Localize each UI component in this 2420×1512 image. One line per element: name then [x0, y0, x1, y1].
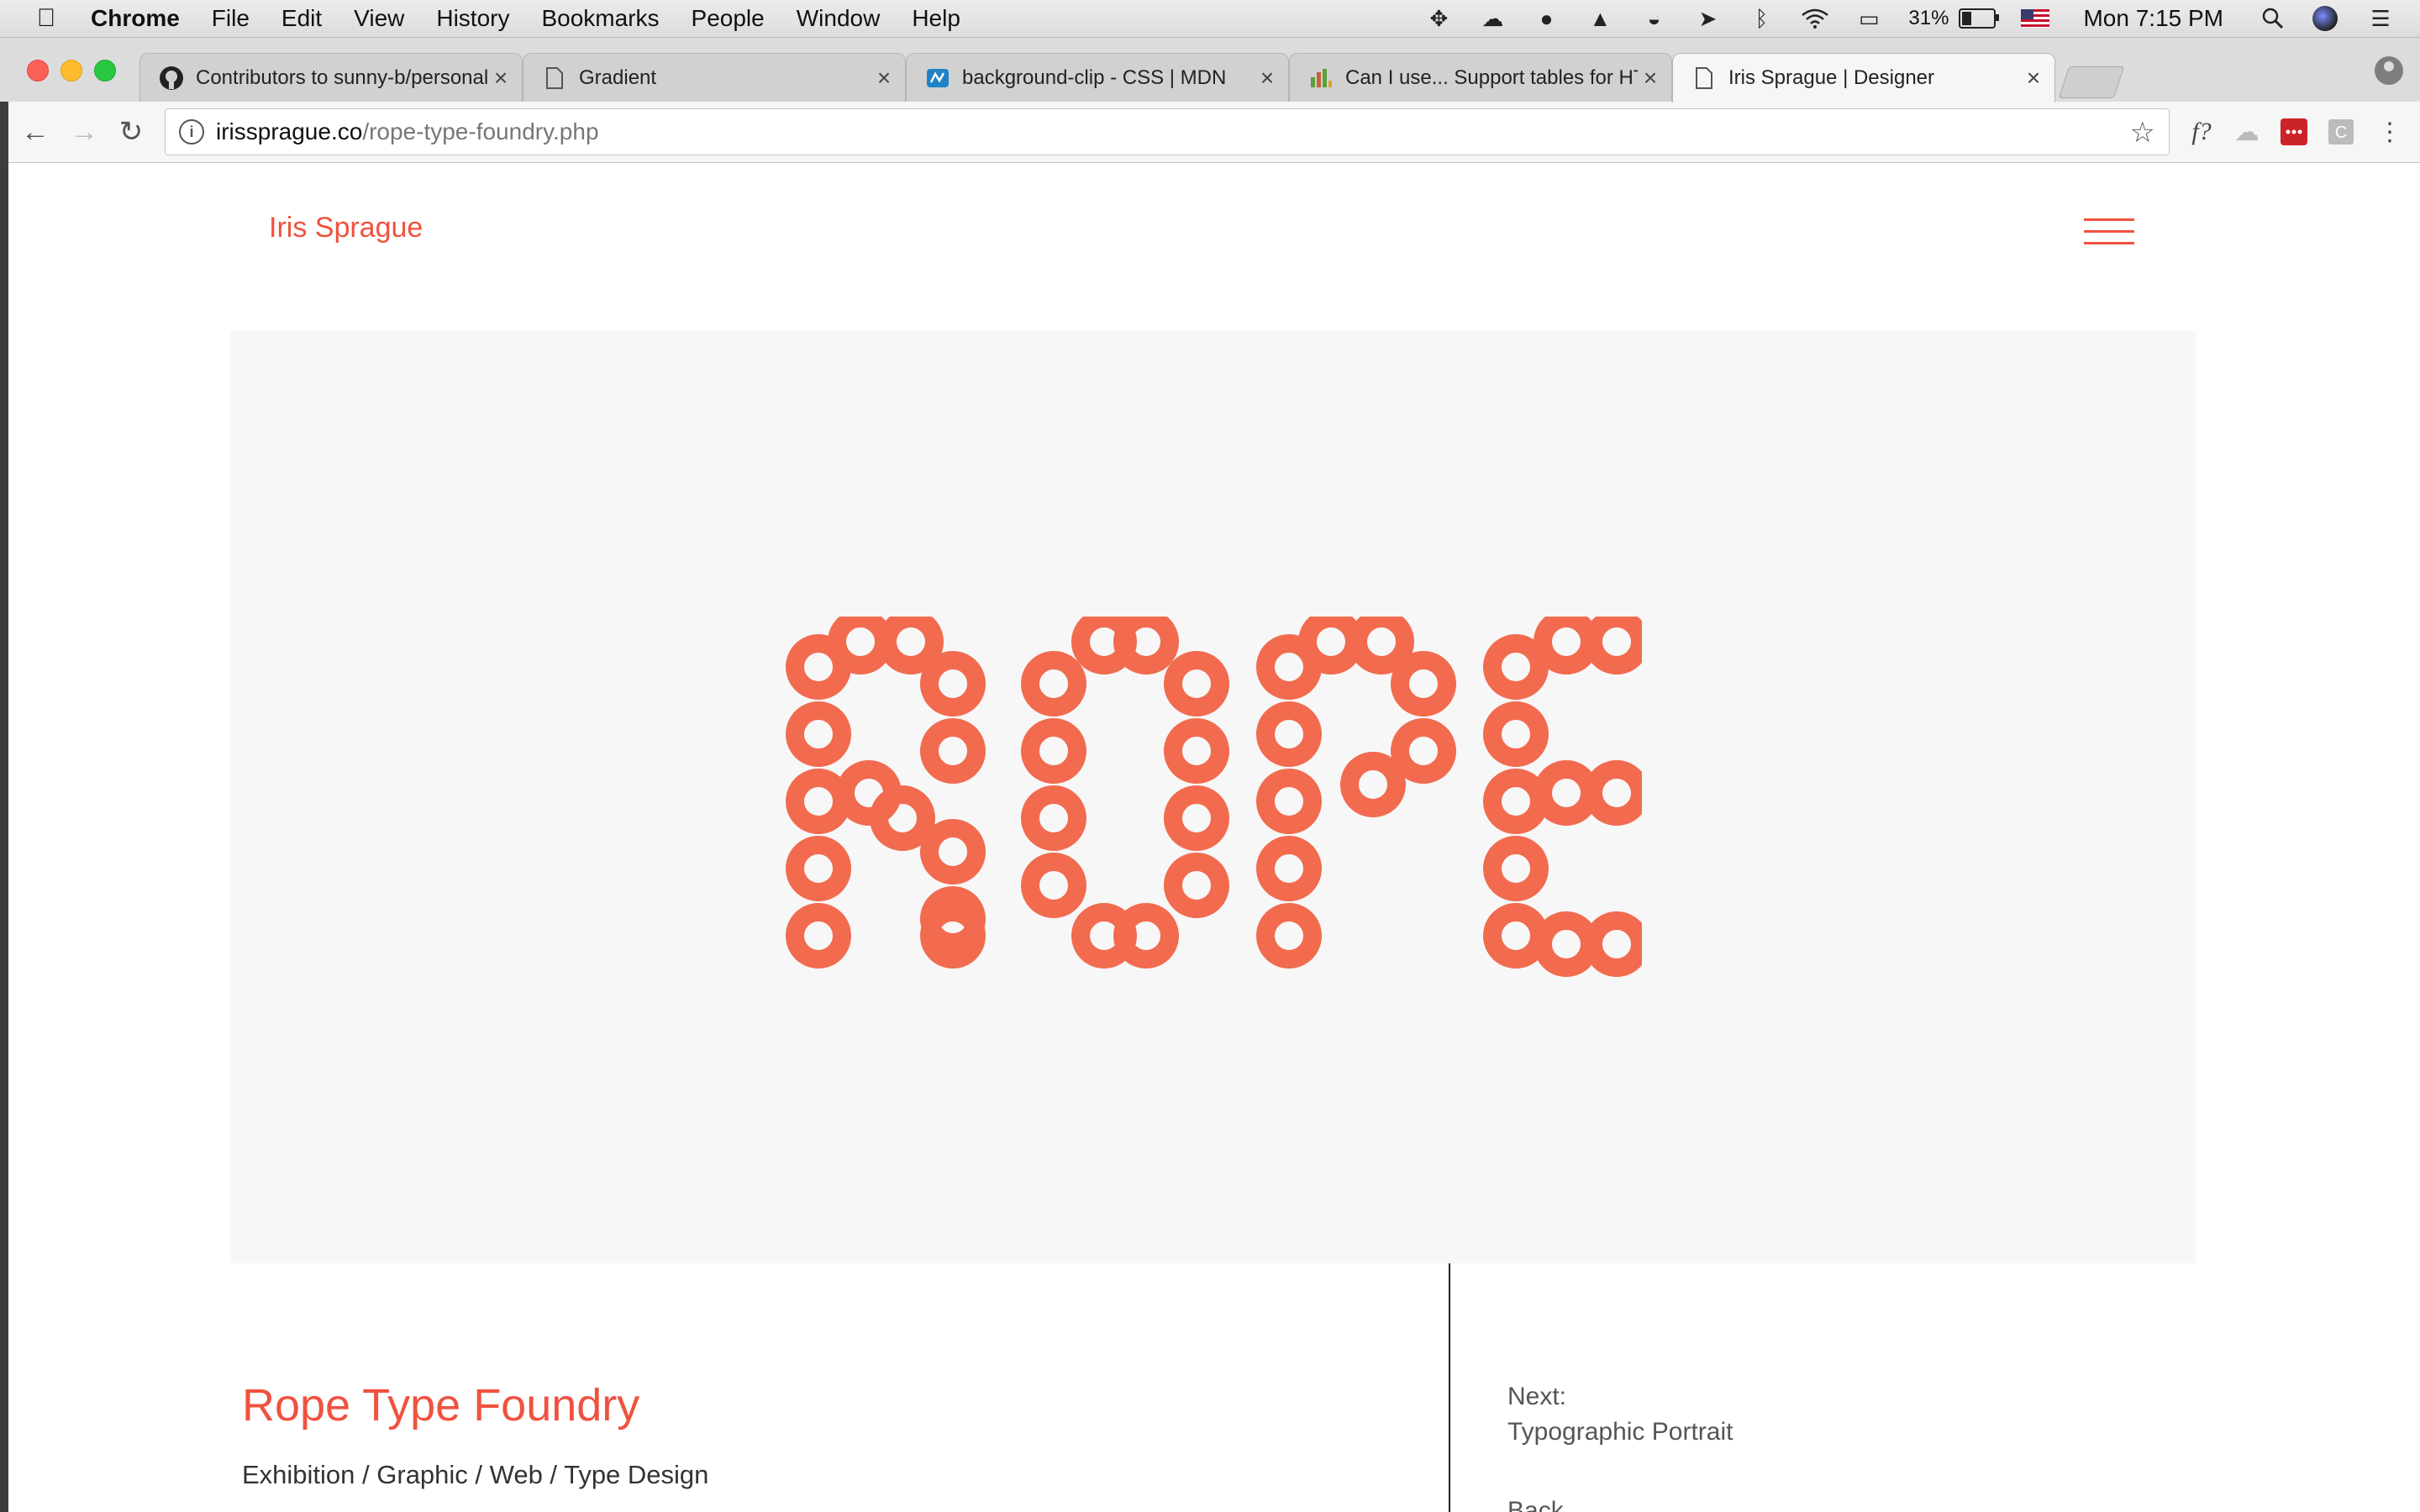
hamburger-menu-icon[interactable] [2084, 218, 2134, 245]
wifi-icon[interactable] [1801, 6, 1829, 31]
next-project-link[interactable]: Typographic Portrait [1507, 1418, 1733, 1446]
forward-arrow-icon[interactable]: → [67, 115, 101, 149]
menu-edit[interactable]: Edit [281, 5, 322, 32]
menu-bookmarks[interactable]: Bookmarks [541, 5, 659, 32]
back-arrow-icon[interactable]: ← [18, 115, 52, 149]
extension-c-icon[interactable]: C [2324, 115, 2358, 149]
menu-help[interactable]: Help [912, 5, 960, 32]
tab-iris-sprague[interactable]: Iris Sprague | Designer × [1672, 53, 2055, 102]
github-icon [159, 66, 184, 91]
close-tab-icon[interactable]: × [2021, 65, 2046, 92]
url-path: /rope-type-foundry.php [362, 118, 599, 144]
menu-file[interactable]: File [212, 5, 250, 32]
creative-cloud-icon[interactable]: ☁ [1478, 6, 1507, 31]
whatfont-extension-icon[interactable]: f? [2185, 115, 2218, 149]
url-domain: irissprague.co [216, 118, 363, 144]
reload-icon[interactable]: ↻ [114, 115, 148, 149]
tab-title: Iris Sprague | Designer [1728, 66, 1935, 89]
tab-title: background-clip - CSS | MDN [962, 66, 1227, 89]
address-bar[interactable]: i irissprague.co /rope-type-foundry.php … [165, 108, 2170, 155]
zoom-window-button[interactable] [94, 60, 116, 81]
window-edge [0, 102, 8, 1512]
close-tab-icon[interactable]: × [488, 65, 513, 92]
notification-center-icon[interactable]: ☰ [2366, 6, 2395, 31]
tab-caniuse[interactable]: Can I use... Support tables for HTML5, C… [1289, 53, 1672, 102]
menu-people[interactable]: People [692, 5, 765, 32]
bookmark-star-icon[interactable]: ☆ [2130, 116, 2155, 150]
page-icon [542, 66, 567, 91]
tab-title: Contributors to sunny-b/personal-website [196, 66, 488, 89]
close-tab-icon[interactable]: × [1255, 65, 1280, 92]
us-flag-input-icon[interactable] [2021, 9, 2050, 28]
menu-window[interactable]: Window [797, 5, 881, 32]
new-tab-button[interactable] [2058, 66, 2125, 98]
page-icon [1691, 66, 1717, 91]
bluetooth-icon[interactable]: ᛒ [1747, 6, 1776, 31]
hero-image [230, 331, 2196, 1263]
drive-extension-icon[interactable]: ☁ [2230, 115, 2264, 149]
location-arrow-icon[interactable]: ➤ [1693, 6, 1722, 31]
profile-icon[interactable] [2375, 56, 2403, 85]
mdn-icon [925, 66, 950, 91]
minimize-window-button[interactable] [60, 60, 82, 81]
content-divider [1449, 1263, 1450, 1512]
svg-text:C: C [2335, 123, 2347, 142]
google-drive-icon[interactable]: ▲ [1586, 6, 1614, 31]
rope-letter-r [786, 617, 986, 969]
cup-icon[interactable]: ◒ [1639, 6, 1668, 31]
page-viewport: Iris Sprague Rope Type Foundry Exhibitio… [8, 163, 2420, 1512]
spotlight-search-icon[interactable] [2259, 6, 2287, 31]
rope-letter-e [1483, 617, 1642, 977]
info-icon[interactable]: i [179, 119, 204, 144]
close-tab-icon[interactable]: × [1638, 65, 1663, 92]
tab-mdn[interactable]: background-clip - CSS | MDN × [906, 53, 1289, 102]
rope-letter-p [1256, 617, 1456, 969]
tab-gradient[interactable]: Gradient × [523, 53, 906, 102]
mac-menu-bar:  Chrome File Edit View History Bookmark… [0, 0, 2420, 38]
project-tags: Exhibition / Graphic / Web / Type Design [242, 1460, 709, 1489]
browser-toolbar: ← → ↻ i irissprague.co /rope-type-foundr… [0, 102, 2420, 163]
move-arrows-icon[interactable]: ✥ [1424, 6, 1453, 31]
next-label: Next: [1507, 1383, 1567, 1410]
browser-tab-strip: Contributors to sunny-b/personal-website… [0, 38, 2420, 102]
siri-icon[interactable] [2312, 6, 2338, 31]
menubar-clock[interactable]: Mon 7:15 PM [2083, 5, 2223, 32]
rope-logo-artwork [786, 617, 1642, 977]
apple-logo-icon[interactable]:  [34, 4, 59, 33]
site-title[interactable]: Iris Sprague [269, 212, 423, 244]
menu-view[interactable]: View [354, 5, 404, 32]
close-tab-icon[interactable]: × [871, 65, 897, 92]
caniuse-icon [1308, 66, 1334, 91]
chrome-menu-icon[interactable]: ⋮ [2373, 115, 2407, 149]
project-title: Rope Type Foundry [242, 1380, 640, 1431]
menu-history[interactable]: History [436, 5, 509, 32]
menu-app-chrome[interactable]: Chrome [91, 5, 180, 32]
tab-contributors[interactable]: Contributors to sunny-b/personal-website… [139, 53, 523, 102]
battery-percent: 31% [1908, 7, 1949, 29]
airplay-icon[interactable]: ▭ [1854, 6, 1883, 31]
back-link[interactable]: Back [1507, 1497, 1564, 1512]
tab-title: Gradient [579, 66, 657, 89]
tab-title: Can I use... Support tables for HTML5, C… [1345, 66, 1638, 89]
rope-letter-o [1021, 617, 1229, 969]
lastpass-extension-icon[interactable] [2277, 115, 2311, 149]
close-window-button[interactable] [27, 60, 49, 81]
alfred-hat-icon[interactable]: ● [1532, 6, 1560, 31]
battery-icon[interactable] [1959, 8, 2000, 29]
